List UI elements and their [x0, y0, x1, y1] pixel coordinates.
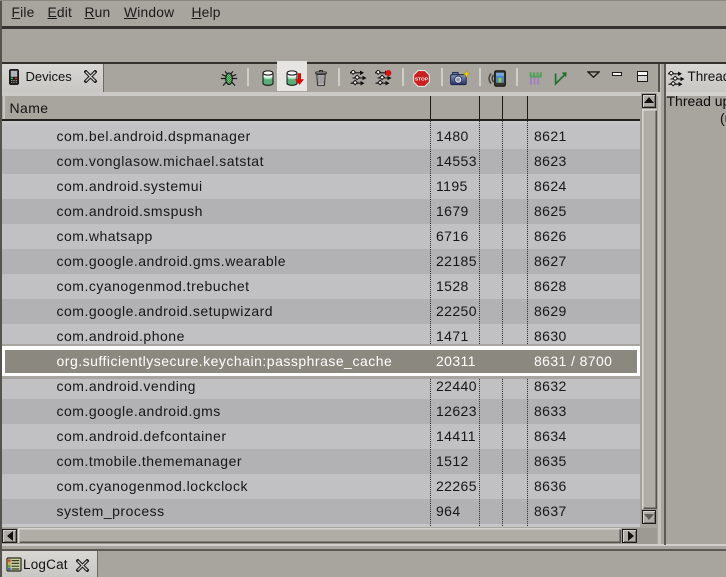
svg-text:STOP: STOP	[415, 76, 429, 82]
